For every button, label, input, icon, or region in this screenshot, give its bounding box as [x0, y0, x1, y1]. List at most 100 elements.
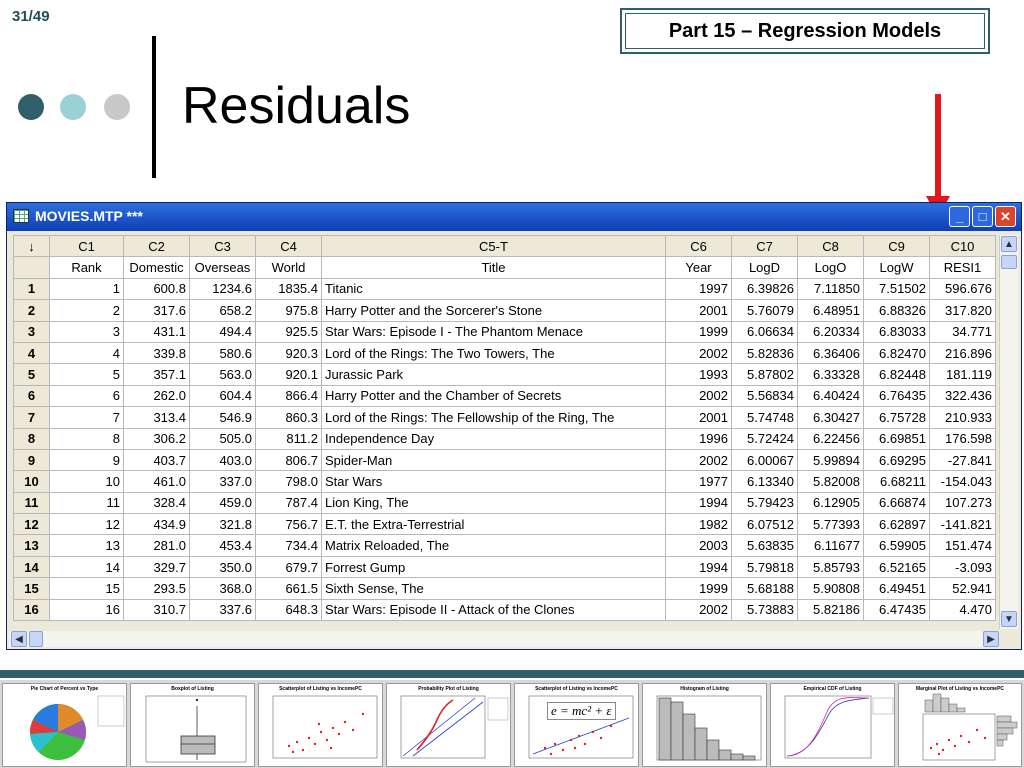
data-cell[interactable]: 453.4 [189, 534, 256, 557]
data-cell[interactable]: 431.1 [123, 320, 190, 343]
data-cell[interactable]: 339.8 [123, 341, 190, 365]
column-id[interactable]: C5-T [321, 234, 666, 258]
data-cell[interactable]: 1 [49, 277, 124, 301]
row-number[interactable]: 1 [13, 277, 50, 301]
data-cell[interactable]: 5 [49, 363, 124, 386]
data-cell[interactable]: 322.436 [929, 384, 996, 408]
data-cell[interactable]: 2002 [665, 341, 732, 365]
data-cell[interactable]: 5.76079 [731, 299, 798, 322]
data-cell[interactable]: 2002 [665, 384, 732, 408]
window-titlebar[interactable]: MOVIES.MTP *** _ □ ✕ [7, 203, 1021, 231]
data-cell[interactable]: 5.87802 [731, 363, 798, 386]
thumbnail-scatterplot[interactable]: Scatterplot of Listing vs IncomePC [258, 683, 383, 767]
data-cell[interactable]: 860.3 [255, 406, 322, 429]
data-cell[interactable]: 281.0 [123, 534, 190, 557]
data-cell[interactable]: Harry Potter and the Sorcerer's Stone [321, 299, 666, 322]
scroll-thumb[interactable] [1001, 255, 1017, 269]
data-cell[interactable]: 5.73883 [731, 598, 798, 622]
thumbnail-probability-plot[interactable]: Probability Plot of Listing [386, 683, 511, 767]
row-number[interactable]: 7 [13, 406, 50, 429]
data-cell[interactable]: 806.7 [255, 448, 322, 472]
data-cell[interactable]: 11 [49, 491, 124, 515]
data-cell[interactable]: 6.49451 [863, 577, 930, 600]
data-cell[interactable]: 9 [49, 448, 124, 472]
data-cell[interactable]: 925.5 [255, 320, 322, 343]
data-cell[interactable]: 2001 [665, 299, 732, 322]
data-cell[interactable]: 2002 [665, 598, 732, 622]
scroll-right-icon[interactable]: ▶ [983, 631, 999, 647]
data-cell[interactable]: 6.39826 [731, 277, 798, 301]
data-cell[interactable]: Lord of the Rings: The Two Towers, The [321, 341, 666, 365]
data-cell[interactable]: 5.85793 [797, 555, 864, 579]
data-cell[interactable]: 648.3 [255, 598, 322, 622]
scroll-left-icon[interactable]: ◀ [11, 631, 27, 647]
data-cell[interactable]: 216.896 [929, 341, 996, 365]
data-cell[interactable]: 6.13340 [731, 470, 798, 493]
data-cell[interactable]: 6.40424 [797, 384, 864, 408]
data-cell[interactable]: 6.75728 [863, 406, 930, 429]
data-cell[interactable]: 6.33328 [797, 363, 864, 386]
column-name-cell[interactable]: Title [321, 256, 666, 279]
data-cell[interactable]: 6.20334 [797, 320, 864, 343]
hscroll-thumb[interactable] [29, 631, 43, 647]
data-cell[interactable]: 3 [49, 320, 124, 343]
scroll-down-icon[interactable]: ▼ [1001, 611, 1017, 627]
column-name-cell[interactable]: RESI1 [929, 256, 996, 279]
column-name-cell[interactable]: LogW [863, 256, 930, 279]
scroll-up-icon[interactable]: ▲ [1001, 236, 1017, 252]
column-name-cell[interactable]: Domestic [123, 256, 190, 279]
data-cell[interactable]: 2002 [665, 448, 732, 472]
data-cell[interactable]: Jurassic Park [321, 363, 666, 386]
data-cell[interactable]: 6.83033 [863, 320, 930, 343]
data-cell[interactable]: 811.2 [255, 427, 322, 450]
data-cell[interactable]: 6.22456 [797, 427, 864, 450]
column-name-cell[interactable]: LogO [797, 256, 864, 279]
column-id[interactable]: C8 [797, 234, 864, 258]
row-number[interactable]: 11 [13, 491, 50, 515]
data-cell[interactable]: 734.4 [255, 534, 322, 557]
data-cell[interactable]: 5.99894 [797, 448, 864, 472]
row-number[interactable]: 3 [13, 320, 50, 343]
minimize-button[interactable]: _ [949, 206, 970, 227]
row-number[interactable]: 4 [13, 341, 50, 365]
data-cell[interactable]: 6.11677 [797, 534, 864, 557]
row-number[interactable]: 12 [13, 513, 50, 536]
data-cell[interactable]: 5.68188 [731, 577, 798, 600]
data-cell[interactable]: Independence Day [321, 427, 666, 450]
data-cell[interactable]: 4.470 [929, 598, 996, 622]
data-cell[interactable]: Lion King, The [321, 491, 666, 515]
data-cell[interactable]: 679.7 [255, 555, 322, 579]
data-cell[interactable]: 1234.6 [189, 277, 256, 301]
data-cell[interactable]: 357.1 [123, 363, 190, 386]
column-id[interactable]: C1 [49, 234, 124, 258]
data-cell[interactable]: 16 [49, 598, 124, 622]
data-cell[interactable]: 6.06634 [731, 320, 798, 343]
data-cell[interactable]: 505.0 [189, 427, 256, 450]
data-cell[interactable]: 328.4 [123, 491, 190, 515]
data-cell[interactable]: 368.0 [189, 577, 256, 600]
data-cell[interactable]: 6.69295 [863, 448, 930, 472]
row-number[interactable]: 15 [13, 577, 50, 600]
data-cell[interactable]: 596.676 [929, 277, 996, 301]
data-cell[interactable]: 10 [49, 470, 124, 493]
data-cell[interactable]: 6.62897 [863, 513, 930, 536]
data-cell[interactable]: 1835.4 [255, 277, 322, 301]
data-cell[interactable]: Star Wars [321, 470, 666, 493]
thumbnail-ecdf[interactable]: Empirical CDF of Listing [770, 683, 895, 767]
column-id[interactable]: C10 [929, 234, 996, 258]
data-cell[interactable]: 6.30427 [797, 406, 864, 429]
data-cell[interactable]: 6.00067 [731, 448, 798, 472]
data-cell[interactable]: 975.8 [255, 299, 322, 322]
column-name-cell[interactable]: Overseas [189, 256, 256, 279]
data-cell[interactable]: 920.3 [255, 341, 322, 365]
column-id[interactable]: C6 [665, 234, 732, 258]
data-cell[interactable]: 13 [49, 534, 124, 557]
data-cell[interactable]: 6 [49, 384, 124, 408]
data-cell[interactable]: 580.6 [189, 341, 256, 365]
data-cell[interactable]: Lord of the Rings: The Fellowship of the… [321, 406, 666, 429]
maximize-button[interactable]: □ [972, 206, 993, 227]
column-name-cell[interactable]: Rank [49, 256, 124, 279]
column-id[interactable]: C9 [863, 234, 930, 258]
data-cell[interactable]: Titanic [321, 277, 666, 301]
data-cell[interactable]: 6.76435 [863, 384, 930, 408]
